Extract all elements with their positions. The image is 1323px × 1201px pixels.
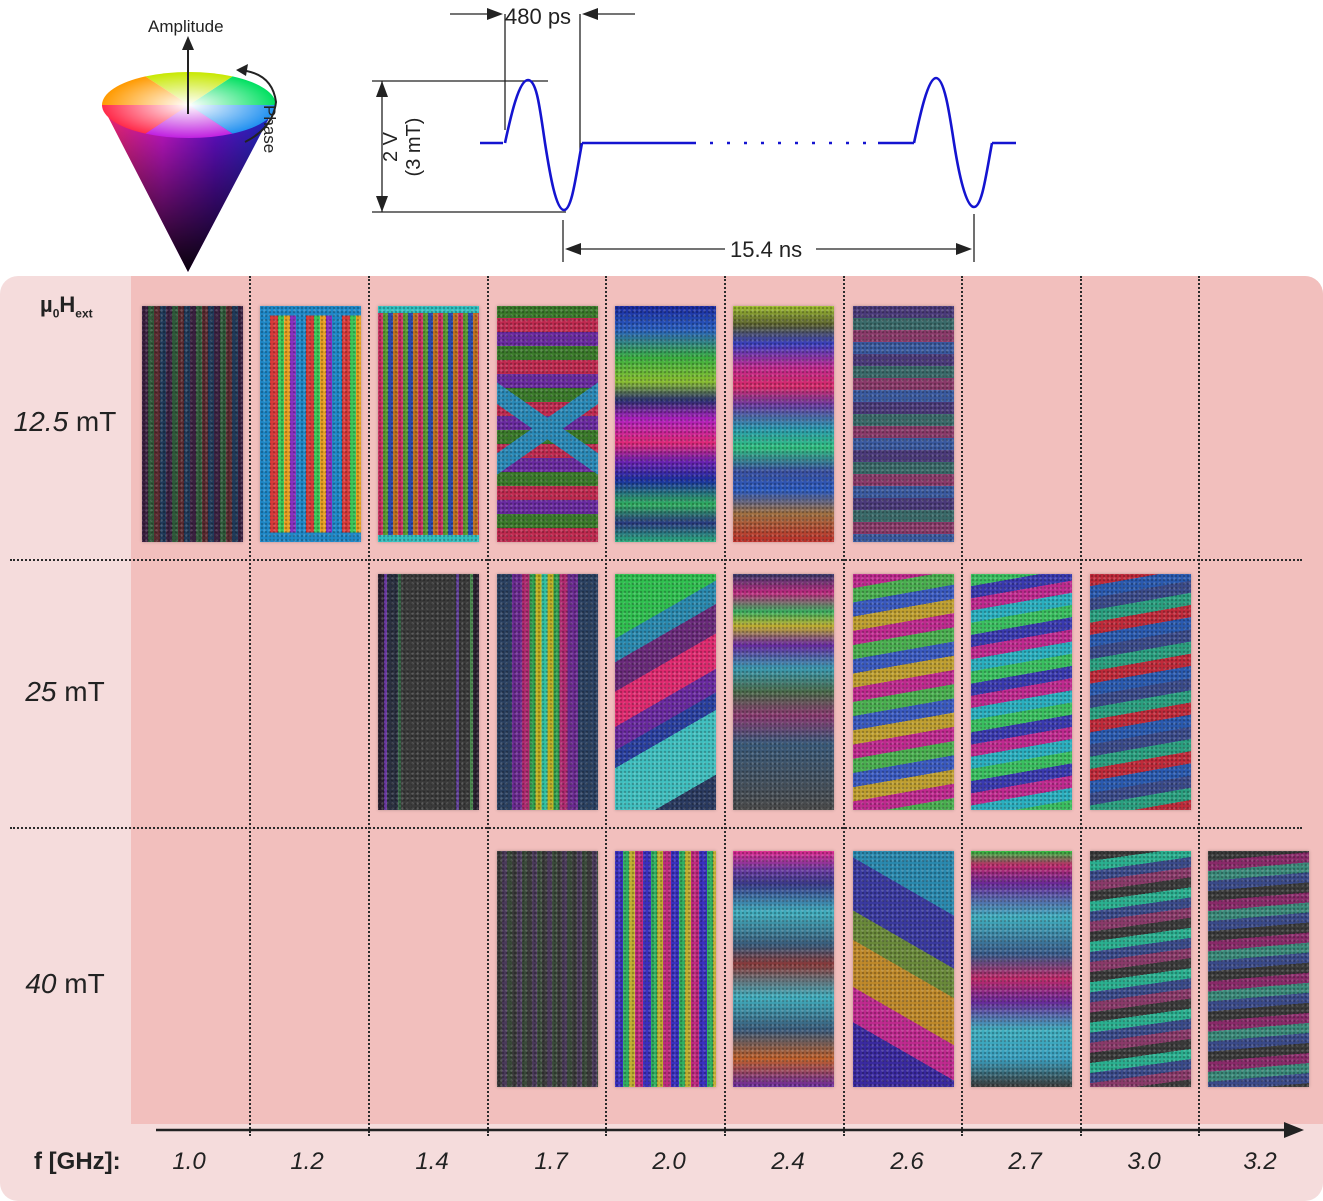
column-divider [961,276,963,1136]
mode-image-40mT-2-0GHz [615,851,716,1087]
mode-image-25mT-2-4GHz [733,574,834,810]
mode-image-25mT-2-0GHz [615,574,716,810]
mode-image-25mT-1-4GHz [378,574,479,810]
column-divider [249,276,251,1136]
mode-image-25mT-2-7GHz [971,574,1072,810]
mode-image-12-5mT-1-2GHz [260,306,361,542]
column-divider [487,276,489,1136]
mode-image-40mT-2-4GHz [733,851,834,1087]
frequency-axis-arrow [156,1122,1304,1138]
row-divider [10,559,1302,561]
mode-image-25mT-3-0GHz [1090,574,1191,810]
pulse-width-label: 480 ps [505,4,572,29]
pulse-amplitude-field: (3 mT) [403,117,425,177]
mode-image-40mT-2-7GHz [971,851,1072,1087]
column-divider [605,276,607,1136]
mode-image-25mT-1-7GHz [497,574,598,810]
amplitude-label: Amplitude [148,17,224,36]
row-label-12-5mT: 12.5 mT [13,406,117,437]
frequency-axis-label: f [GHz]: [34,1148,121,1175]
column-divider [368,276,370,1136]
frequency-tick: 2.7 [1008,1148,1042,1175]
pulse-period-label: 15.4 ns [730,237,803,262]
frequency-tick: 3.0 [1127,1148,1161,1175]
column-divider [724,276,726,1136]
frequency-tick: 1.4 [415,1148,449,1175]
pulse-amplitude-label: 2 V (3 mT) [380,82,426,212]
mode-image-40mT-3-0GHz [1090,851,1191,1087]
frequency-tick: 2.0 [652,1148,686,1175]
frequency-tick: 1.2 [290,1148,324,1175]
row-label-40mT: 40 mT [25,968,105,999]
column-divider [843,276,845,1136]
mode-image-25mT-2-6GHz [853,574,954,810]
mode-image-12-5mT-2-0GHz [615,306,716,542]
frequency-tick: 2.6 [890,1148,924,1175]
phase-amplitude-cone [102,36,278,272]
mode-image-12-5mT-1-7GHz [497,306,598,542]
frequency-tick: 1.0 [172,1148,206,1175]
column-divider [1080,276,1082,1136]
frequency-tick: 3.2 [1243,1148,1277,1175]
mode-image-40mT-1-7GHz [497,851,598,1087]
frequency-tick: 2.4 [771,1148,805,1175]
mode-image-40mT-2-6GHz [853,851,954,1087]
mode-image-12-5mT-2-4GHz [733,306,834,542]
row-label-25mT: 25 mT [25,676,105,707]
field-axis-label: µ0Hext [40,292,93,321]
phase-label: Phase [260,105,279,154]
mode-image-40mT-3-2GHz [1208,851,1309,1087]
mode-image-12-5mT-1-4GHz [378,306,479,542]
column-divider [1198,276,1200,1136]
pulse-amplitude-volts: 2 V [380,131,402,163]
mode-image-12-5mT-1-0GHz [142,306,243,542]
frequency-tick: 1.7 [534,1148,568,1175]
mode-image-12-5mT-2-6GHz [853,306,954,542]
excitation-pulse-diagram [372,8,1016,262]
row-divider [10,827,1302,829]
